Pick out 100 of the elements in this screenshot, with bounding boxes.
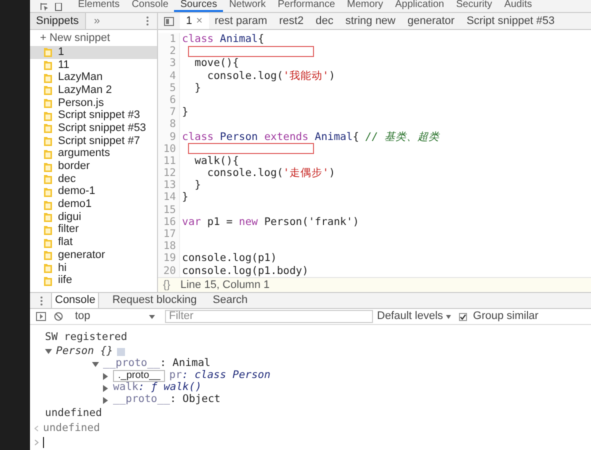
clear-console-icon[interactable] — [54, 312, 63, 321]
file-icon — [44, 47, 52, 58]
code-line: } — [182, 106, 188, 118]
dropdown-caret-icon — [149, 314, 155, 318]
editor-tab[interactable]: string new — [339, 13, 402, 29]
line-number: 1 — [170, 33, 176, 46]
console-message: SW registered — [45, 330, 128, 345]
code-line: console.log('我能动') — [206, 70, 336, 82]
line-number: 17 — [163, 228, 176, 240]
file-icon — [44, 186, 52, 197]
snippet-item[interactable]: 11 — [30, 58, 157, 72]
pretty-print-icon[interactable]: {} — [163, 279, 170, 292]
line-number: 5 — [170, 82, 176, 94]
group-similar-checkbox[interactable] — [459, 312, 468, 320]
cursor-position: Line 15, Column 1 — [180, 278, 270, 293]
inspect-icon[interactable] — [40, 3, 49, 11]
editor-tab[interactable]: dec — [310, 13, 340, 29]
file-icon — [44, 238, 52, 248]
snippet-item[interactable]: border — [30, 160, 157, 173]
editor-tab[interactable]: rest2 — [273, 13, 310, 29]
snippet-item[interactable]: iife — [30, 274, 157, 288]
panel-tab[interactable]: Elements — [72, 0, 126, 12]
more-tabs-icon[interactable]: » — [94, 12, 100, 30]
filter-field[interactable]: Filter — [165, 310, 373, 323]
file-icon — [44, 174, 52, 184]
file-icon — [44, 72, 52, 83]
editor-tab[interactable]: generator — [402, 13, 461, 29]
editor-tab[interactable]: 1 × — [180, 13, 209, 29]
line-number: 9 — [170, 130, 176, 143]
property-value: : ƒ walk() — [138, 380, 202, 394]
snippet-item[interactable]: 1 — [30, 46, 157, 59]
snippet-item[interactable]: Person.js — [30, 96, 157, 110]
checkbox-label: Group similar — [473, 309, 538, 324]
file-icon — [44, 136, 52, 146]
snippet-item[interactable]: Script snippet #53 — [30, 122, 157, 135]
line-number: 19 — [163, 252, 176, 265]
file-icon — [44, 276, 52, 286]
line-number: 2 — [170, 45, 176, 58]
panel-tab[interactable]: Memory — [341, 0, 390, 12]
drawer-tab[interactable]: Request blocking — [109, 293, 200, 308]
panel-tab[interactable]: Network — [223, 0, 272, 12]
expanded-triangle-icon[interactable] — [92, 360, 99, 368]
tooltip: ._proto__ — [113, 370, 166, 382]
line-number: 20 — [163, 264, 176, 277]
file-icon — [44, 110, 52, 121]
file-icon — [44, 123, 52, 134]
snippet-item[interactable]: Script snippet #3 — [30, 109, 157, 122]
snippet-item[interactable]: filter — [30, 224, 157, 236]
line-number: 18 — [163, 240, 176, 252]
sidebar-toggle-icon[interactable] — [164, 16, 174, 26]
code-line: class Animal{ — [182, 33, 264, 46]
snippet-item[interactable]: demo-1 — [30, 186, 157, 198]
line-number: 3 — [170, 57, 176, 70]
editor-tab[interactable]: Script snippet #53 — [460, 13, 561, 29]
code-line: console.log(p1.body) — [182, 264, 308, 277]
code-line: var p1 = new Person('frank') — [182, 216, 360, 228]
code-line: console.log('走偶步') — [206, 167, 336, 180]
more-options-icon[interactable] — [40, 296, 43, 306]
line-number: 13 — [163, 179, 176, 192]
property-value: : class Person — [182, 368, 270, 382]
code-line: console.log(p1) — [182, 252, 277, 265]
info-icon — [116, 348, 125, 356]
line-number: 8 — [170, 118, 176, 130]
code-line: } — [182, 191, 188, 204]
close-icon[interactable]: × — [196, 12, 203, 30]
line-number: 10 — [163, 142, 176, 155]
panel-tab[interactable]: Security — [450, 0, 498, 12]
drawer-tab[interactable]: Console — [51, 293, 100, 308]
new-snippet-button[interactable]: + New snippet — [30, 30, 157, 46]
panel-tab[interactable]: Audits — [498, 0, 538, 12]
snippet-item[interactable]: digui — [30, 210, 157, 224]
line-number: 12 — [163, 167, 176, 180]
sidebar-toggle-icon[interactable] — [36, 312, 46, 321]
snippet-item[interactable]: demo1 — [30, 198, 157, 211]
code-line: class Person extends Animal{ // 基类、超类 — [182, 130, 440, 143]
snippet-item[interactable]: LazyMan 2 — [30, 84, 157, 97]
snippet-item[interactable]: LazyMan — [30, 71, 157, 84]
panel-tab[interactable]: Console — [126, 0, 174, 12]
more-options-icon[interactable] — [146, 16, 149, 26]
snippet-item[interactable]: Script snippet #7 — [30, 134, 157, 148]
line-number: 4 — [170, 70, 176, 82]
snippet-item[interactable]: generator — [30, 249, 157, 262]
file-icon — [44, 263, 52, 274]
panel-tab[interactable]: Application — [389, 0, 450, 12]
device-icon[interactable] — [55, 3, 62, 11]
expanded-triangle-icon[interactable] — [45, 348, 52, 355]
snippet-item[interactable]: dec — [30, 172, 157, 186]
snippet-item[interactable]: flat — [30, 236, 157, 249]
context-select[interactable]: top — [75, 308, 159, 325]
panel-tab[interactable]: Performance — [272, 0, 342, 12]
code-line: walk(){ — [194, 154, 239, 168]
snippet-item[interactable]: hi — [30, 262, 157, 274]
file-icon — [44, 212, 52, 222]
console-message: undefined — [45, 406, 102, 421]
snippets-tab[interactable]: Snippets — [30, 13, 86, 29]
snippet-item[interactable]: arguments — [30, 148, 157, 160]
drawer-tab[interactable]: Search — [210, 293, 251, 308]
levels-dropdown[interactable]: Default levels — [377, 308, 452, 325]
file-icon — [44, 60, 52, 70]
editor-tab[interactable]: rest param — [208, 13, 274, 29]
